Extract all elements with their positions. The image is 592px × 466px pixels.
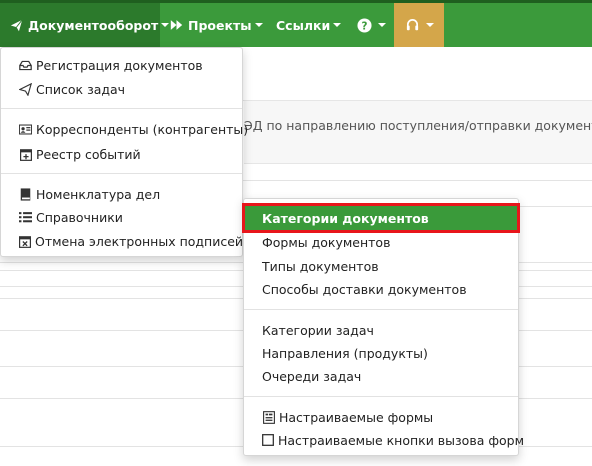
book-icon xyxy=(19,187,32,201)
menu-item-document-forms[interactable]: Формы документов xyxy=(244,231,518,253)
caret-down-icon xyxy=(425,23,434,27)
menu-item-delivery-methods[interactable]: Способы доставки документов xyxy=(244,278,518,300)
menu-item-register-documents[interactable]: Регистрация документов xyxy=(1,54,242,76)
svg-text:?: ? xyxy=(361,20,367,32)
inbox-icon xyxy=(19,59,32,72)
nav-links-label: Ссылки xyxy=(276,17,331,33)
menu-item-label: Настраиваемые кнопки вызова форм xyxy=(278,432,525,448)
caret-down-icon xyxy=(254,23,263,27)
menu-item-task-categories[interactable]: Категории задач xyxy=(244,319,518,341)
menu-item-label: Номенклатура дел xyxy=(36,186,161,202)
handbooks-submenu: Категории документов Формы документов Ти… xyxy=(242,198,524,456)
page-description: ЭД по направлению поступления/отправки д… xyxy=(244,118,592,133)
menu-item-event-registry[interactable]: Реестр событий xyxy=(1,143,242,165)
fast-forward-icon xyxy=(170,19,183,31)
menu-item-label: Формы документов xyxy=(262,234,391,250)
list-icon xyxy=(19,211,32,224)
menu-item-cancel-signatures[interactable]: Отмена электронных подписей xyxy=(1,230,244,252)
nav-links[interactable]: Ссылки xyxy=(266,3,348,47)
question-circle-icon: ? xyxy=(356,17,372,33)
calendar-x-icon xyxy=(19,235,31,248)
menu-item-directions[interactable]: Направления (продукты) xyxy=(244,342,518,364)
menu-item-label: Реестр событий xyxy=(36,146,141,162)
nav-projects-label: Проекты xyxy=(188,17,252,33)
contact-card-icon xyxy=(19,123,32,136)
headset-icon xyxy=(405,18,420,33)
nav-help[interactable]: ? xyxy=(348,3,394,47)
calendar-plus-icon xyxy=(19,148,32,161)
menu-item-label: Типы документов xyxy=(262,258,379,274)
menu-divider xyxy=(1,108,242,109)
nav-docflow[interactable]: Документооборот xyxy=(0,3,170,47)
menu-item-custom-forms[interactable]: Настраиваемые формы xyxy=(244,406,518,428)
menu-item-label: Справочники xyxy=(36,209,123,225)
menu-item-custom-form-buttons[interactable]: Настраиваемые кнопки вызова форм xyxy=(244,429,524,451)
menu-divider xyxy=(244,396,518,397)
menu-item-label: Корреспонденты (контрагенты) xyxy=(36,121,249,137)
caret-down-icon xyxy=(333,23,342,27)
form-icon xyxy=(262,410,275,424)
nav-projects[interactable]: Проекты xyxy=(160,3,264,47)
nav-support[interactable] xyxy=(394,3,444,47)
menu-item-label: Способы доставки документов xyxy=(262,281,467,297)
menu-item-correspondents[interactable]: Корреспонденты (контрагенты) xyxy=(1,118,248,140)
menu-item-label: Категории задач xyxy=(262,322,374,338)
menu-item-label: Направления (продукты) xyxy=(262,345,428,361)
menu-item-label: Список задач xyxy=(36,81,126,97)
menu-item-task-queues[interactable]: Очереди задач xyxy=(244,365,518,387)
menu-item-document-categories[interactable]: Категории документов xyxy=(242,203,520,233)
menu-item-label: Регистрация документов xyxy=(36,57,203,73)
menu-item-handbooks[interactable]: Справочники xyxy=(1,206,242,228)
menu-item-task-list[interactable]: Список задач xyxy=(1,78,242,100)
nav-docflow-label: Документооборот xyxy=(28,17,159,33)
menu-item-label: Отмена электронных подписей xyxy=(35,233,244,249)
menu-item-document-types[interactable]: Типы документов xyxy=(244,255,518,277)
menu-item-label: Категории документов xyxy=(262,210,429,226)
menu-item-label: Очереди задач xyxy=(262,368,362,384)
caret-down-icon xyxy=(377,23,386,27)
checkbox-icon xyxy=(262,434,274,447)
main-navbar: Документооборот Проекты Ссылки ? xyxy=(0,3,592,47)
docflow-dropdown-menu: Регистрация документов Список задач Корр… xyxy=(0,47,248,257)
menu-item-label: Настраиваемые формы xyxy=(279,409,434,425)
menu-divider xyxy=(244,309,518,310)
paper-plane-outline-icon xyxy=(19,82,32,96)
paper-plane-icon xyxy=(10,19,23,32)
menu-divider xyxy=(1,173,242,174)
menu-item-case-nomenclature[interactable]: Номенклатура дел xyxy=(1,183,242,205)
